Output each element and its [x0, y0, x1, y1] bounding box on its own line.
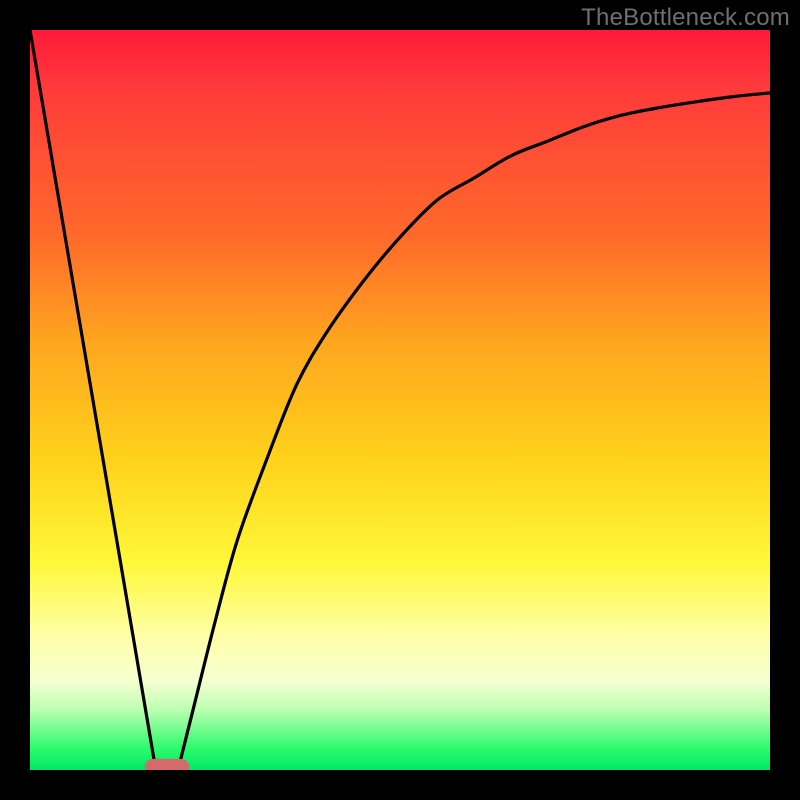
right-curve-path [178, 93, 770, 770]
plot-area [30, 30, 770, 770]
bottom-marker [145, 759, 189, 770]
watermark-text: TheBottleneck.com [581, 4, 790, 32]
curves-svg [30, 30, 770, 770]
left-line-path [30, 30, 156, 770]
chart-frame: TheBottleneck.com [0, 0, 800, 800]
